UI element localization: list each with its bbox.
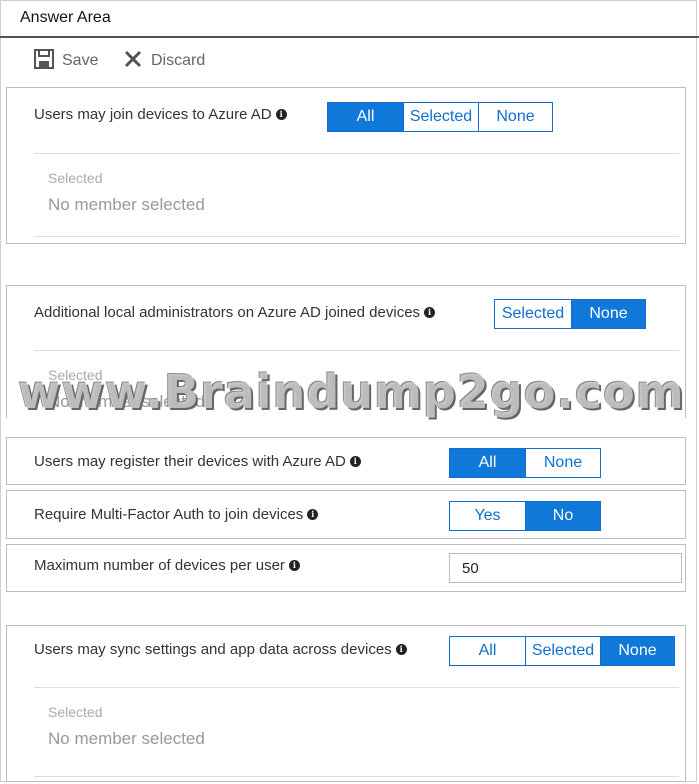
selected-members-value: No member selected: [48, 729, 205, 748]
local-admins-member-picker[interactable]: Selected No member selected: [34, 350, 679, 441]
join-devices-all-option[interactable]: All: [328, 103, 403, 131]
mfa-panel: Require Multi-Factor Auth to join device…: [6, 490, 686, 539]
local-admins-panel: Additional local administrators on Azure…: [6, 285, 686, 418]
join-devices-member-picker[interactable]: Selected No member selected: [34, 153, 679, 237]
local-admins-none-option[interactable]: None: [571, 300, 645, 328]
local-admins-selected-option[interactable]: Selected: [495, 300, 571, 328]
selected-caption: Selected: [48, 170, 103, 186]
register-devices-toggle: All None: [449, 448, 601, 478]
mfa-yes-option[interactable]: Yes: [450, 502, 525, 530]
sync-settings-none-option[interactable]: None: [600, 637, 674, 665]
join-devices-panel: Users may join devices to Azure AD i All …: [6, 87, 686, 244]
selected-members-value: No member selected: [48, 195, 205, 214]
join-devices-none-option[interactable]: None: [478, 103, 552, 131]
join-devices-toggle: All Selected None: [327, 102, 553, 132]
info-icon: i: [395, 644, 407, 655]
selected-caption: Selected: [48, 367, 103, 383]
mfa-label: Require Multi-Factor Auth to join device…: [34, 506, 319, 523]
max-devices-panel: Maximum number of devices per user i 50: [6, 544, 686, 592]
mfa-no-option[interactable]: No: [525, 502, 600, 530]
discard-label: Discard: [151, 52, 206, 69]
local-admins-toggle: Selected None: [494, 299, 646, 329]
info-icon: i: [349, 456, 361, 467]
info-icon: i: [275, 109, 287, 120]
floppy-disk-icon: [34, 48, 54, 74]
sync-settings-panel: Users may sync settings and app data acr…: [6, 625, 686, 782]
max-devices-label: Maximum number of devices per user i: [34, 557, 300, 574]
answer-area-header: Answer Area: [0, 0, 699, 38]
save-button[interactable]: Save: [34, 48, 98, 74]
register-devices-label: Users may register their devices with Az…: [34, 453, 361, 470]
register-devices-all-option[interactable]: All: [450, 449, 525, 477]
sync-settings-member-picker[interactable]: Selected No member selected: [34, 687, 679, 777]
sync-settings-label: Users may sync settings and app data acr…: [34, 641, 407, 658]
sync-settings-all-option[interactable]: All: [450, 637, 525, 665]
join-devices-label: Users may join devices to Azure AD i: [34, 106, 287, 123]
discard-button[interactable]: Discard: [123, 48, 205, 74]
selected-members-value: No member selected: [48, 392, 205, 411]
mfa-toggle: Yes No: [449, 501, 601, 531]
sync-settings-toggle: All Selected None: [449, 636, 675, 666]
save-label: Save: [62, 52, 99, 69]
register-devices-none-option[interactable]: None: [525, 449, 600, 477]
local-admins-label: Additional local administrators on Azure…: [34, 304, 436, 321]
info-icon: i: [424, 307, 436, 318]
register-devices-panel: Users may register their devices with Az…: [6, 437, 686, 485]
max-devices-input[interactable]: 50: [449, 553, 682, 583]
info-icon: i: [307, 509, 319, 520]
x-icon: [123, 49, 143, 74]
sync-settings-selected-option[interactable]: Selected: [525, 637, 600, 665]
page-title: Answer Area: [20, 9, 111, 26]
selected-caption: Selected: [48, 704, 103, 720]
info-icon: i: [288, 560, 300, 571]
join-devices-selected-option[interactable]: Selected: [403, 103, 478, 131]
